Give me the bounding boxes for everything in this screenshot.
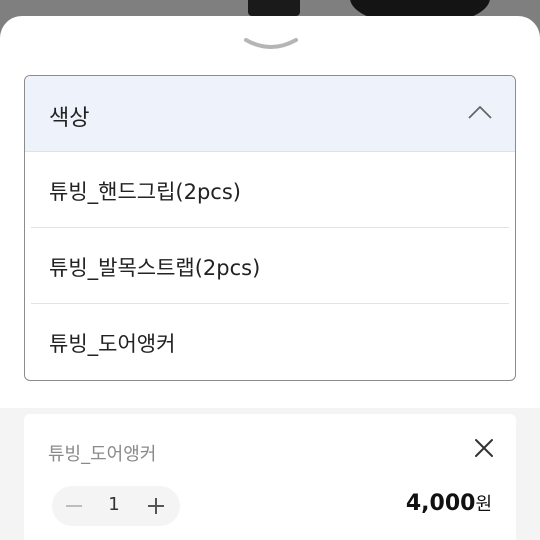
chevron-down-icon bbox=[244, 38, 298, 49]
selected-item-name: 튜빙_도어앵커 bbox=[48, 444, 157, 465]
minus-icon bbox=[66, 505, 82, 507]
price-value: 4,000 bbox=[405, 491, 476, 516]
item-price: 4,000원 bbox=[406, 490, 492, 516]
quantity-value: 1 bbox=[108, 494, 120, 515]
chevron-up-icon bbox=[468, 105, 492, 119]
remove-item-button[interactable] bbox=[472, 436, 496, 460]
quantity-stepper: 1 bbox=[52, 486, 180, 526]
dropdown-header[interactable]: 색상 bbox=[25, 76, 515, 152]
dropdown-option-hand-grip[interactable]: 튜빙_핸드그립(2pcs) bbox=[31, 152, 509, 228]
sheet-collapse-handle[interactable] bbox=[244, 36, 298, 54]
option-label: 튜빙_발목스트랩(2pcs) bbox=[49, 256, 261, 280]
dropdown-option-door-anchor[interactable]: 튜빙_도어앵커 bbox=[31, 304, 509, 380]
option-label: 튜빙_핸드그립(2pcs) bbox=[49, 180, 241, 204]
decrease-quantity-button[interactable] bbox=[64, 496, 84, 516]
dropdown-option-ankle-strap[interactable]: 튜빙_발목스트랩(2pcs) bbox=[31, 228, 509, 304]
selected-item-card: 튜빙_도어앵커 1 4,000원 bbox=[24, 414, 516, 540]
color-dropdown: 색상 튜빙_핸드그립(2pcs) 튜빙_발목스트랩(2pcs) 튜빙_도어앵커 bbox=[24, 75, 516, 381]
increase-quantity-button[interactable] bbox=[146, 496, 166, 516]
plus-icon bbox=[148, 498, 164, 514]
close-icon bbox=[475, 439, 493, 457]
backdrop-product-image-part bbox=[248, 0, 300, 16]
option-label: 튜빙_도어앵커 bbox=[49, 332, 176, 356]
price-currency: 원 bbox=[475, 494, 492, 515]
dropdown-title: 색상 bbox=[49, 106, 90, 131]
